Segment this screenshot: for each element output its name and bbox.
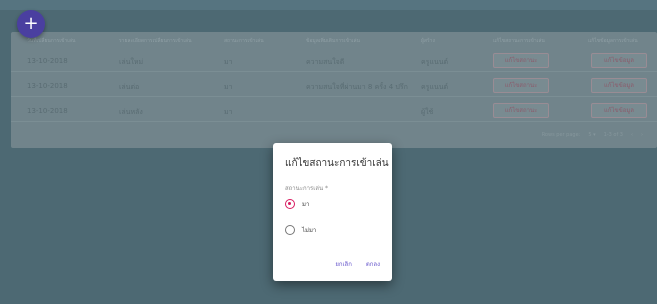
add-button[interactable]: +: [17, 10, 45, 38]
edit-status-dialog: แก้ไขสถานะการเข้าเล่น สถานะการเล่น * มา …: [273, 143, 392, 281]
ok-button[interactable]: ตกลง: [366, 259, 380, 269]
radio-label: มา: [302, 201, 310, 208]
radio-unchecked-icon[interactable]: [285, 225, 295, 235]
status-field-label: สถานะการเล่น *: [285, 185, 328, 192]
dialog-title: แก้ไขสถานะการเข้าเล่น: [285, 158, 389, 169]
radio-label: ไม่มา: [302, 227, 317, 234]
radio-checked-icon[interactable]: [285, 199, 295, 209]
dialog-actions: ยกเลิก ตกลง: [335, 259, 380, 269]
radio-option-present[interactable]: มา: [285, 198, 309, 210]
radio-option-absent[interactable]: ไม่มา: [285, 224, 316, 236]
cancel-button[interactable]: ยกเลิก: [335, 259, 352, 269]
